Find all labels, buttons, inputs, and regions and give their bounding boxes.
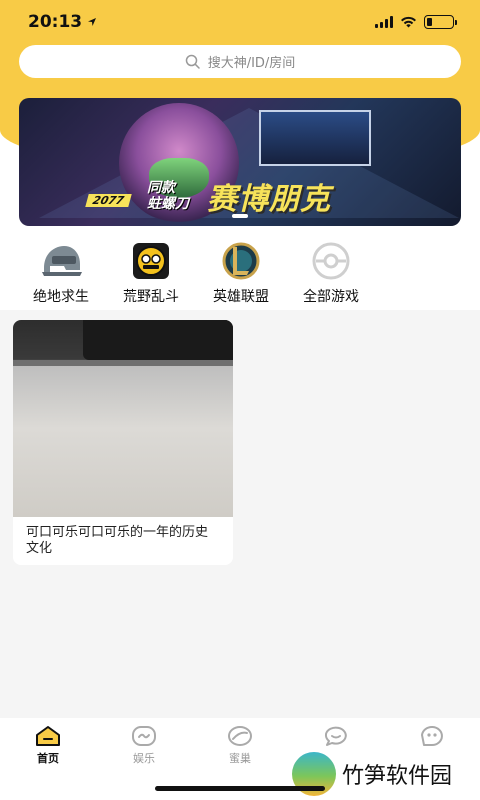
game-label: 全部游戏 (303, 289, 359, 305)
banner-year: 2077 (85, 194, 132, 207)
search-placeholder: 搜大神/ID/房间 (207, 56, 296, 71)
post-image (13, 320, 233, 517)
banner-subtitle: 同款 蛀螺刀 (147, 180, 189, 212)
entertainment-icon (132, 726, 156, 746)
post-caption: 可口可乐可口可乐的一年的历史文化 (26, 525, 209, 556)
game-label: 绝地求生 (33, 289, 89, 305)
search-bar[interactable]: 搜大神/ID/房间 (19, 45, 461, 78)
game-item-lol[interactable]: 英雄联盟 (196, 240, 286, 306)
game-item-pubg[interactable]: 绝地求生 (16, 240, 106, 306)
watermark-text: 竹笋软件园 (342, 764, 453, 789)
home-indicator[interactable] (155, 786, 325, 791)
banner-pager (19, 214, 461, 218)
status-bar: 20:13 (0, 0, 480, 44)
location-arrow-icon (88, 18, 97, 26)
search-icon (185, 54, 200, 69)
profile-icon (421, 726, 443, 746)
game-label: 英雄联盟 (213, 289, 269, 305)
hive-icon (228, 726, 252, 746)
tab-label: 娱乐 (133, 752, 155, 765)
status-time: 20:13 (28, 12, 83, 32)
battery-icon (424, 15, 457, 29)
game-item-all-games[interactable]: 全部游戏 (286, 240, 376, 306)
tab-home[interactable]: 首页 (0, 718, 96, 800)
message-icon (324, 726, 347, 746)
all-games-icon (305, 240, 357, 282)
banner-title: 赛博朋克 (207, 182, 331, 217)
promo-banner[interactable]: 2077 同款 蛀螺刀 赛博朋克 (19, 98, 461, 226)
wifi-icon (401, 16, 416, 28)
tab-label: 首页 (37, 752, 59, 765)
game-category-list: 绝地求生 荒野乱斗 英雄联盟 全部游戏 (16, 240, 476, 306)
game-label: 荒野乱斗 (123, 289, 179, 305)
lol-icon (215, 240, 267, 282)
tab-label: 蜜巢 (229, 752, 251, 765)
cell-signal-icon (375, 16, 393, 28)
home-icon (36, 726, 60, 746)
helmet-icon (35, 240, 87, 282)
post-card[interactable]: 可口可乐可口可乐的一年的历史文化 (13, 320, 233, 565)
brawl-icon (125, 240, 177, 282)
game-item-brawl-stars[interactable]: 荒野乱斗 (106, 240, 196, 306)
banner-inset-image (259, 110, 371, 166)
